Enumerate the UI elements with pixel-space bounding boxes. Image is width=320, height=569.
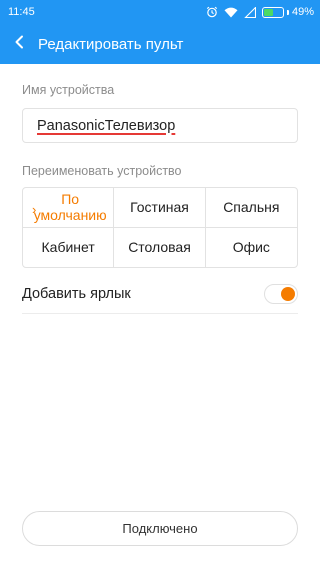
rename-options-grid: › По умолчанию Гостиная Спальня Кабинет … — [22, 187, 298, 268]
toggle-knob — [281, 286, 295, 301]
connected-button[interactable]: Подключено — [22, 511, 298, 546]
add-shortcut-row: Добавить ярлык — [22, 274, 298, 314]
rename-label: Переименовать устройство — [22, 164, 182, 178]
rename-option-office[interactable]: Офис — [206, 228, 297, 268]
rename-option-label: Гостиная — [130, 199, 189, 216]
signal-icon — [244, 6, 256, 18]
rename-option-label: Кабинет — [41, 239, 95, 256]
connected-button-label: Подключено — [122, 521, 198, 536]
rename-option-bedroom[interactable]: Спальня — [205, 188, 297, 228]
add-shortcut-toggle[interactable] — [264, 283, 298, 304]
battery-indicator: 49% — [261, 6, 314, 18]
alarm-icon — [206, 6, 218, 18]
battery-tip — [286, 9, 289, 15]
status-icons: 49% — [206, 6, 314, 18]
app-bar: Редактировать пульт — [0, 24, 320, 64]
wifi-icon — [224, 7, 238, 18]
battery-percent: 49% — [291, 6, 314, 18]
status-time: 11:45 — [8, 6, 35, 18]
chevron-right-icon: › — [32, 202, 37, 217]
battery-fill — [263, 8, 273, 16]
rename-option-label: Спальня — [223, 199, 280, 216]
rename-option-living-room[interactable]: Гостиная — [114, 188, 206, 228]
device-name-value: PanasonicТелевизор — [37, 117, 176, 134]
rename-option-default[interactable]: › По умолчанию — [23, 188, 115, 228]
page-title: Редактировать пульт — [38, 35, 184, 53]
rename-option-dining-room[interactable]: Столовая — [114, 227, 206, 267]
rename-option-label: Офис — [232, 239, 270, 256]
rename-option-label: Столовая — [128, 239, 191, 256]
chevron-left-icon — [14, 35, 24, 54]
battery-icon — [261, 6, 284, 18]
device-name-label: Имя устройства — [22, 83, 115, 97]
rename-option-label: По умолчанию — [33, 191, 107, 224]
add-shortcut-label: Добавить ярлык — [22, 285, 131, 302]
device-name-input[interactable]: PanasonicТелевизор — [22, 108, 298, 143]
back-button[interactable] — [0, 24, 38, 64]
rename-option-study[interactable]: Кабинет — [23, 227, 115, 267]
status-bar: 11:45 49% — [0, 0, 320, 24]
